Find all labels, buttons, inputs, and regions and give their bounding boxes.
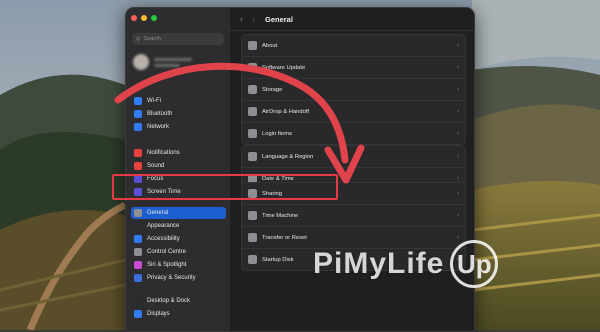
reset-icon [248, 233, 257, 242]
sidebar-item-displays[interactable]: Displays [131, 308, 226, 320]
chevron-right-icon: › [456, 212, 459, 219]
settings-row-label: Startup Disk [262, 256, 294, 263]
avatar [133, 54, 149, 70]
settings-row-label: Software Update [262, 64, 306, 71]
network-icon [134, 123, 142, 131]
gear-icon [134, 209, 142, 217]
airdrop-icon [248, 107, 257, 116]
sidebar-item-label: Appearance [147, 223, 180, 229]
settings-row-airdrop-handoff[interactable]: AirDrop & Handoff › [242, 100, 465, 122]
settings-row-label: Transfer or Reset [262, 234, 307, 241]
chevron-right-icon: › [456, 190, 459, 197]
sidebar-item-label: Siri & Spotlight [147, 262, 187, 268]
traffic-lights [131, 15, 157, 21]
sidebar-item-wi-fi[interactable]: Wi-Fi [131, 95, 226, 107]
sidebar-item-privacy-security[interactable]: Privacy & Security [131, 272, 226, 284]
settings-row-storage[interactable]: Storage › [242, 78, 465, 100]
sidebar-item-control-centre[interactable]: Control Centre [131, 246, 226, 258]
hand-icon [134, 274, 142, 282]
info-icon [248, 41, 257, 50]
settings-group-1: About › Software Update › Storage › AirDrop & … [241, 34, 466, 145]
sidebar-item-label: Desktop & Dock [147, 298, 191, 304]
close-window-button[interactable] [131, 15, 137, 21]
settings-row-label: Time Machine [262, 212, 299, 219]
sidebar-item-appearance[interactable]: Appearance [131, 220, 226, 232]
appearance-icon [134, 222, 142, 230]
gear-badge-icon [248, 63, 257, 72]
control-centre-icon [134, 248, 142, 256]
bluetooth-icon [134, 110, 142, 118]
settings-row-label: About [262, 42, 278, 49]
sidebar-item-label: Accessibility [147, 236, 180, 242]
time-machine-icon [248, 211, 257, 220]
settings-row-language-region[interactable]: Language & Region › [242, 146, 465, 167]
page-title: General [265, 14, 293, 24]
sidebar-item-sound[interactable]: Sound [131, 160, 226, 172]
sidebar-item-accessibility[interactable]: Accessibility [131, 233, 226, 245]
settings-row-time-machine[interactable]: Time Machine › [242, 204, 465, 226]
sidebar-item-notifications[interactable]: Notifications [131, 147, 226, 159]
zoom-window-button[interactable] [151, 15, 157, 21]
settings-row-about[interactable]: About › [242, 35, 465, 56]
wifi-icon [134, 97, 142, 105]
apple-id-profile[interactable] [132, 51, 224, 73]
globe-icon [248, 152, 257, 161]
storage-icon [248, 85, 257, 94]
sidebar-item-label: Network [147, 124, 170, 130]
notifications-icon [134, 149, 142, 157]
chevron-right-icon: › [456, 153, 459, 160]
sidebar-item-network[interactable]: Network [131, 121, 226, 133]
sidebar: ⚲ Search Wi-Fi Bluetooth Network Notificati… [126, 8, 230, 331]
sidebar-item-bluetooth[interactable]: Bluetooth [131, 108, 226, 120]
settings-row-label: Login Items [262, 130, 292, 137]
watermark-text: PiMyLife [313, 247, 445, 280]
chevron-left-icon[interactable]: ‹ [240, 14, 243, 24]
chevron-right-icon: › [456, 64, 459, 71]
sidebar-item-label: Displays [147, 311, 170, 317]
settings-row-label: Language & Region [262, 153, 314, 160]
sidebar-item-label: Wi-Fi [147, 98, 161, 104]
search-input[interactable]: ⚲ Search [132, 33, 224, 45]
sharing-highlight-box [112, 174, 338, 200]
chevron-right-icon: › [456, 175, 459, 182]
sidebar-item-siri-spotlight[interactable]: Siri & Spotlight [131, 259, 226, 271]
sidebar-item-label: Notifications [147, 150, 180, 156]
search-placeholder: Search [143, 36, 161, 42]
sidebar-item-desktop-dock[interactable]: Desktop & Dock [131, 295, 226, 307]
chevron-right-icon: › [456, 130, 459, 137]
settings-row-login-items[interactable]: Login Items › [242, 122, 465, 144]
watermark-logo: PiMyLife Up [313, 240, 499, 288]
minimize-window-button[interactable] [141, 15, 147, 21]
chevron-right-icon: › [456, 42, 459, 49]
sidebar-item-label: Sound [147, 163, 165, 169]
sidebar-item-general[interactable]: General [131, 207, 226, 219]
chevron-right-icon: › [456, 86, 459, 93]
dock-icon [134, 297, 142, 305]
list-icon [248, 129, 257, 138]
settings-row-label: AirDrop & Handoff [262, 108, 309, 115]
sidebar-item-label: Bluetooth [147, 111, 173, 117]
search-icon: ⚲ [136, 36, 141, 43]
accessibility-icon [134, 235, 142, 243]
profile-name-blurred [154, 57, 192, 67]
settings-row-software-update[interactable]: Software Update › [242, 56, 465, 78]
chevron-right-icon: › [456, 108, 459, 115]
disk-icon [248, 255, 257, 264]
siri-icon [134, 261, 142, 269]
display-icon [134, 310, 142, 318]
settings-row-label: Storage [262, 86, 283, 93]
sidebar-item-label: Control Centre [147, 249, 187, 255]
sound-icon [134, 162, 142, 170]
sidebar-item-label: Privacy & Security [147, 275, 196, 281]
chevron-right-icon[interactable]: › [252, 14, 255, 24]
sidebar-item-label: General [147, 210, 169, 216]
watermark-up-badge: Up [450, 240, 499, 288]
toolbar: ‹ › General [230, 8, 474, 31]
